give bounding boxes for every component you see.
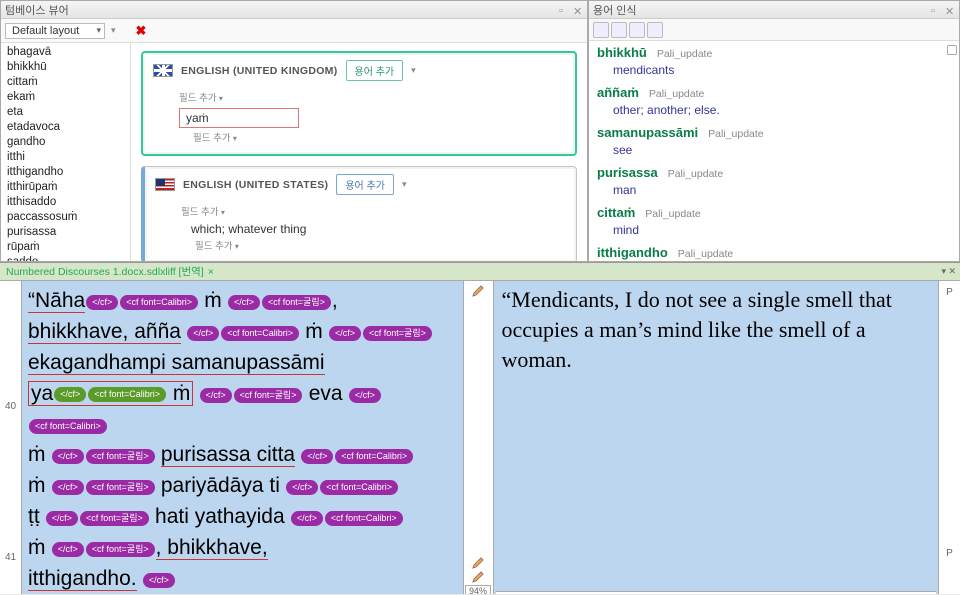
termrec-title: 용어 인식 bbox=[593, 2, 637, 18]
termrec-item[interactable]: bhikkhūPali_updatemendicants bbox=[597, 45, 951, 77]
pin-icon[interactable]: ▫ bbox=[931, 5, 941, 15]
tool-icon[interactable] bbox=[611, 22, 627, 38]
word-list[interactable]: bhagavā bhikkhū cittaṁ ekaṁ eta etadavoc… bbox=[1, 43, 131, 261]
target-column[interactable]: “Mendicants, I do not see a single smell… bbox=[494, 281, 939, 594]
toolbar-chevron-icon[interactable]: ▾ bbox=[111, 25, 116, 36]
editor-pane: Numbered Discourses 1.docx.sdlxliff [번역]… bbox=[0, 263, 960, 594]
list-item[interactable]: rūpaṁ bbox=[7, 240, 124, 255]
list-item[interactable]: saddo bbox=[7, 255, 124, 261]
flag-us-icon bbox=[155, 178, 175, 191]
termrec-item[interactable]: purisassaPali_updateman bbox=[597, 165, 951, 197]
termbase-title: 텀베이스 뷰어 bbox=[5, 2, 69, 18]
target-segment-41[interactable]: The smell of a woman occupies a bbox=[496, 591, 937, 594]
list-item[interactable]: bhagavā bbox=[7, 45, 124, 60]
file-tab-label: Numbered Discourses 1.docx.sdlxliff [번역] bbox=[6, 264, 204, 279]
layout-select[interactable]: Default layout bbox=[5, 23, 105, 39]
flag-uk-icon bbox=[153, 64, 173, 77]
term-recognition-pane: 용어 인식 ▫ ✕ bhikkhūPali_updatemendicants a… bbox=[588, 0, 960, 262]
target-segment-40[interactable]: “Mendicants, I do not see a single smell… bbox=[502, 285, 931, 375]
match-percent: 94% bbox=[465, 585, 491, 594]
list-item[interactable]: gandho bbox=[7, 135, 124, 150]
tool-icon[interactable] bbox=[629, 22, 645, 38]
term-card-area: ENGLISH (UNITED KINGDOM) 용어 추가 ▾ 필드 추가 y… bbox=[131, 43, 587, 261]
list-item[interactable]: ekaṁ bbox=[7, 90, 124, 105]
pin-icon[interactable]: ▫ bbox=[559, 5, 569, 15]
translation-grid: 40 41 “Nāha</cf><cf font=Calibri> ṁ </cf… bbox=[0, 281, 960, 594]
list-item[interactable]: itthigandho bbox=[7, 165, 124, 180]
close-icon[interactable]: ✕ bbox=[945, 5, 955, 15]
field-add-uk-bot[interactable]: 필드 추가 bbox=[193, 130, 565, 144]
termrec-item[interactable]: aññaṁPali_updateother; another; else. bbox=[597, 85, 951, 117]
termrec-item[interactable]: samanupassāmiPali_updatesee bbox=[597, 125, 951, 157]
tab-dropdown-icon[interactable]: ▾ ✕ bbox=[941, 266, 956, 277]
list-item[interactable]: paccassosuṁ bbox=[7, 210, 124, 225]
lang-label-uk: ENGLISH (UNITED KINGDOM) bbox=[181, 65, 338, 77]
add-term-button-uk[interactable]: 용어 추가 bbox=[346, 60, 404, 81]
delete-icon[interactable]: ✖ bbox=[136, 23, 147, 39]
term-card-uk: ENGLISH (UNITED KINGDOM) 용어 추가 ▾ 필드 추가 y… bbox=[141, 51, 577, 156]
termrec-list[interactable]: bhikkhūPali_updatemendicants aññaṁPali_u… bbox=[589, 41, 959, 261]
termrec-toolbar bbox=[589, 19, 959, 41]
list-item[interactable]: eta bbox=[7, 105, 124, 120]
status-column: 94% bbox=[464, 281, 494, 594]
tool-icon[interactable] bbox=[593, 22, 609, 38]
list-item[interactable]: etadavoca bbox=[7, 120, 124, 135]
tool-icon[interactable] bbox=[647, 22, 663, 38]
list-item[interactable]: cittaṁ bbox=[7, 75, 124, 90]
row-number: 41 bbox=[0, 552, 21, 563]
source-segment-40[interactable]: “Nāha</cf><cf font=Calibri> ṁ </cf><cf f… bbox=[28, 285, 457, 594]
pencil-icon bbox=[472, 285, 484, 297]
lang-label-us: ENGLISH (UNITED STATES) bbox=[183, 179, 328, 191]
list-item[interactable]: purisassa bbox=[7, 225, 124, 240]
pencil-icon bbox=[472, 557, 484, 569]
term-card-us: ENGLISH (UNITED STATES) 용어 추가 ▾ 필드 추가 wh… bbox=[141, 166, 577, 261]
termbase-pane-header: 텀베이스 뷰어 ▫ ✕ bbox=[1, 1, 587, 19]
add-term-button-us[interactable]: 용어 추가 bbox=[336, 174, 394, 195]
termrec-item[interactable]: itthigandhoPali_update bbox=[597, 245, 951, 260]
close-icon[interactable]: ✕ bbox=[573, 5, 583, 15]
status-badge: P bbox=[946, 548, 953, 559]
termbase-viewer-pane: 텀베이스 뷰어 ▫ ✕ Default layout ▾ ✖ bhagavā b… bbox=[0, 0, 588, 262]
term-value-uk[interactable]: yaṁ bbox=[179, 108, 299, 128]
tab-close-icon[interactable]: × bbox=[208, 266, 214, 278]
row-number-gutter: 40 41 bbox=[0, 281, 22, 594]
field-add-uk-top[interactable]: 필드 추가 bbox=[179, 90, 565, 104]
list-item[interactable]: itthirūpaṁ bbox=[7, 180, 124, 195]
termrec-pane-header: 용어 인식 ▫ ✕ bbox=[589, 1, 959, 19]
file-tab[interactable]: Numbered Discourses 1.docx.sdlxliff [번역]… bbox=[0, 263, 960, 281]
pencil-icon bbox=[472, 571, 484, 583]
source-column[interactable]: “Nāha</cf><cf font=Calibri> ṁ </cf><cf f… bbox=[22, 281, 464, 594]
list-item[interactable]: itthi bbox=[7, 150, 124, 165]
termrec-item[interactable]: cittaṁPali_updatemind bbox=[597, 205, 951, 237]
right-status-gutter: P P bbox=[938, 281, 960, 594]
list-item[interactable]: bhikkhū bbox=[7, 60, 124, 75]
list-item[interactable]: itthisaddo bbox=[7, 195, 124, 210]
termbase-toolbar: Default layout ▾ ✖ bbox=[1, 19, 587, 43]
status-badge: P bbox=[946, 287, 953, 298]
field-add-us-bot[interactable]: 필드 추가 bbox=[195, 238, 566, 252]
term-value-us: which; whatever thing bbox=[191, 222, 566, 236]
row-number: 40 bbox=[0, 401, 21, 412]
field-add-us-top[interactable]: 필드 추가 bbox=[181, 204, 566, 218]
